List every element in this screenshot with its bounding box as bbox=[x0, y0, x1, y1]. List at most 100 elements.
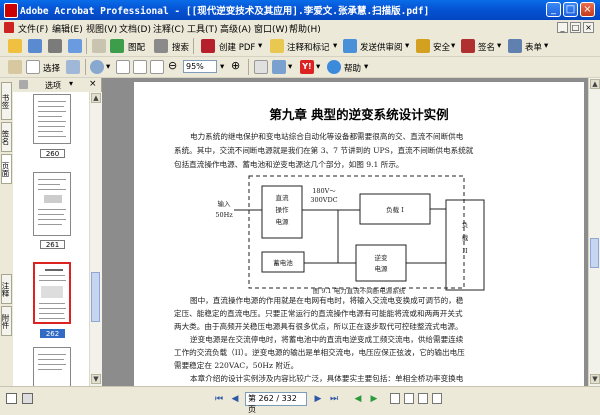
email-icon[interactable] bbox=[68, 39, 82, 53]
organize-label[interactable]: 图配 bbox=[128, 41, 145, 53]
chevron-down-icon[interactable]: ▾ bbox=[69, 79, 73, 88]
page-number-field[interactable]: 第 262 / 332 页 bbox=[245, 392, 307, 414]
document-scrollbar[interactable]: ▲ ▼ bbox=[588, 78, 600, 386]
chevron-down-icon[interactable]: ▾ bbox=[288, 62, 292, 72]
close-icon[interactable]: × bbox=[89, 79, 97, 89]
page-size-icon[interactable] bbox=[6, 393, 17, 404]
page-thumbnail[interactable] bbox=[33, 172, 71, 236]
fit-width-icon[interactable] bbox=[150, 60, 164, 74]
binoculars-icon[interactable] bbox=[154, 39, 168, 53]
doc-minimize-button[interactable]: _ bbox=[557, 22, 568, 33]
page-thumbnail[interactable] bbox=[33, 94, 71, 144]
snapshot-icon[interactable] bbox=[66, 60, 80, 74]
go-back-icon[interactable]: ◀ bbox=[352, 393, 364, 405]
secure-button[interactable]: 安全 bbox=[433, 41, 450, 53]
comment-icon[interactable] bbox=[270, 39, 284, 53]
chevron-down-icon[interactable]: ▾ bbox=[316, 62, 320, 72]
menu-document[interactable]: 文档(D) bbox=[119, 22, 151, 35]
zoom-field[interactable]: 95% bbox=[183, 60, 217, 73]
minimize-button[interactable]: _ bbox=[546, 2, 561, 17]
fit-page-icon[interactable] bbox=[133, 60, 147, 74]
edit-icon[interactable] bbox=[92, 39, 106, 53]
create-pdf-button[interactable]: 创建 PDF bbox=[219, 41, 255, 53]
forms-icon[interactable] bbox=[508, 39, 522, 53]
pen-icon[interactable] bbox=[461, 39, 475, 53]
lock-icon[interactable] bbox=[416, 39, 430, 53]
doc-restore-button[interactable]: □ bbox=[570, 22, 581, 33]
open-folder-icon[interactable] bbox=[8, 39, 22, 53]
tab-signatures[interactable]: 签名 bbox=[1, 122, 12, 152]
chevron-down-icon[interactable]: ▾ bbox=[405, 41, 409, 51]
hand-tool-icon[interactable] bbox=[8, 60, 22, 74]
close-button[interactable]: × bbox=[580, 2, 595, 17]
continuous-facing-icon[interactable] bbox=[432, 393, 442, 404]
chevron-down-icon[interactable]: ▾ bbox=[364, 62, 368, 72]
inverter-label: 电源 bbox=[375, 264, 389, 273]
facing-icon[interactable] bbox=[418, 393, 428, 404]
create-pdf-icon[interactable] bbox=[201, 39, 215, 53]
select-cursor-icon[interactable] bbox=[26, 60, 40, 74]
first-page-icon[interactable]: ⏮ bbox=[213, 393, 225, 405]
menu-comments[interactable]: 注释(C) bbox=[153, 22, 184, 35]
yahoo-toolbar-icon[interactable]: Y! bbox=[300, 60, 314, 74]
save-icon[interactable] bbox=[28, 39, 42, 53]
help-button[interactable]: 帮助 bbox=[344, 62, 361, 74]
scroll-down-icon[interactable]: ▼ bbox=[590, 374, 600, 384]
zoom-out-icon[interactable]: ⊖ bbox=[168, 59, 177, 72]
menu-view[interactable]: 视图(V) bbox=[86, 22, 117, 35]
scroll-up-icon[interactable]: ▲ bbox=[590, 79, 600, 89]
page-thumbnail[interactable] bbox=[33, 347, 71, 386]
page-layout-icon[interactable] bbox=[272, 60, 286, 74]
page-thumbnail-selected[interactable] bbox=[33, 262, 71, 324]
text-line: 定压、能稳定的直流电压。只要正常运行的直流操作电源有可能能将流或和两两开关式 bbox=[174, 309, 463, 318]
menu-edit[interactable]: 编辑(E) bbox=[52, 22, 83, 35]
chevron-down-icon[interactable]: ▾ bbox=[333, 41, 337, 51]
comment-markup-button[interactable]: 注释和标记 bbox=[287, 41, 330, 53]
options-menu[interactable]: 选项 bbox=[45, 80, 61, 91]
toolbar-separator bbox=[248, 59, 249, 75]
chevron-down-icon[interactable]: ▾ bbox=[106, 62, 110, 72]
next-page-icon[interactable]: ▶ bbox=[312, 393, 324, 405]
chevron-down-icon[interactable]: ▾ bbox=[220, 62, 224, 72]
scroll-thumb[interactable] bbox=[590, 238, 599, 268]
menu-help[interactable]: 帮助(H) bbox=[289, 22, 321, 35]
menu-advanced[interactable]: 高级(A) bbox=[220, 22, 251, 35]
chevron-down-icon[interactable]: ▾ bbox=[544, 41, 548, 51]
chevron-down-icon[interactable]: ▾ bbox=[451, 41, 455, 51]
rotate-icon[interactable] bbox=[254, 60, 268, 74]
thumbnail-scrollbar[interactable]: ▲ ▼ bbox=[89, 92, 102, 386]
zoom-in-icon[interactable]: ⊕ bbox=[231, 59, 240, 72]
send-review-icon[interactable] bbox=[343, 39, 357, 53]
single-page-icon[interactable] bbox=[390, 393, 400, 404]
tab-bookmarks[interactable]: 书签 bbox=[1, 82, 12, 120]
chevron-down-icon[interactable]: ▾ bbox=[497, 41, 501, 51]
menu-file[interactable]: 文件(F) bbox=[18, 22, 48, 35]
send-review-button[interactable]: 发送供审阅 bbox=[360, 41, 403, 53]
scroll-thumb[interactable] bbox=[91, 272, 100, 322]
doc-close-button[interactable]: × bbox=[583, 22, 594, 33]
layout-icon[interactable] bbox=[22, 393, 33, 404]
select-tool-label[interactable]: 选择 bbox=[43, 62, 60, 74]
forms-button[interactable]: 表单 bbox=[525, 41, 542, 53]
menu-tools[interactable]: 工具(T) bbox=[187, 22, 218, 35]
continuous-icon[interactable] bbox=[404, 393, 414, 404]
search-label[interactable]: 搜索 bbox=[172, 41, 189, 53]
organize-icon[interactable] bbox=[110, 39, 124, 53]
tab-pages[interactable]: 页面 bbox=[1, 154, 12, 184]
scroll-up-icon[interactable]: ▲ bbox=[91, 93, 101, 103]
actual-size-icon[interactable] bbox=[116, 60, 130, 74]
maximize-button[interactable]: □ bbox=[563, 2, 578, 17]
print-icon[interactable] bbox=[48, 39, 62, 53]
help-icon[interactable] bbox=[327, 60, 341, 74]
scroll-down-icon[interactable]: ▼ bbox=[91, 374, 101, 384]
chevron-down-icon[interactable]: ▾ bbox=[258, 41, 262, 51]
tab-attachments[interactable]: 附件 bbox=[1, 306, 12, 336]
last-page-icon[interactable]: ⏭ bbox=[328, 393, 340, 405]
previous-page-icon[interactable]: ◀ bbox=[229, 393, 241, 405]
sign-button[interactable]: 签名 bbox=[478, 41, 495, 53]
go-forward-icon[interactable]: ▶ bbox=[368, 393, 380, 405]
trash-icon[interactable] bbox=[19, 80, 28, 89]
zoom-icon[interactable] bbox=[90, 60, 104, 74]
menu-window[interactable]: 窗口(W) bbox=[254, 22, 288, 35]
tab-comments[interactable]: 注释 bbox=[1, 274, 12, 304]
